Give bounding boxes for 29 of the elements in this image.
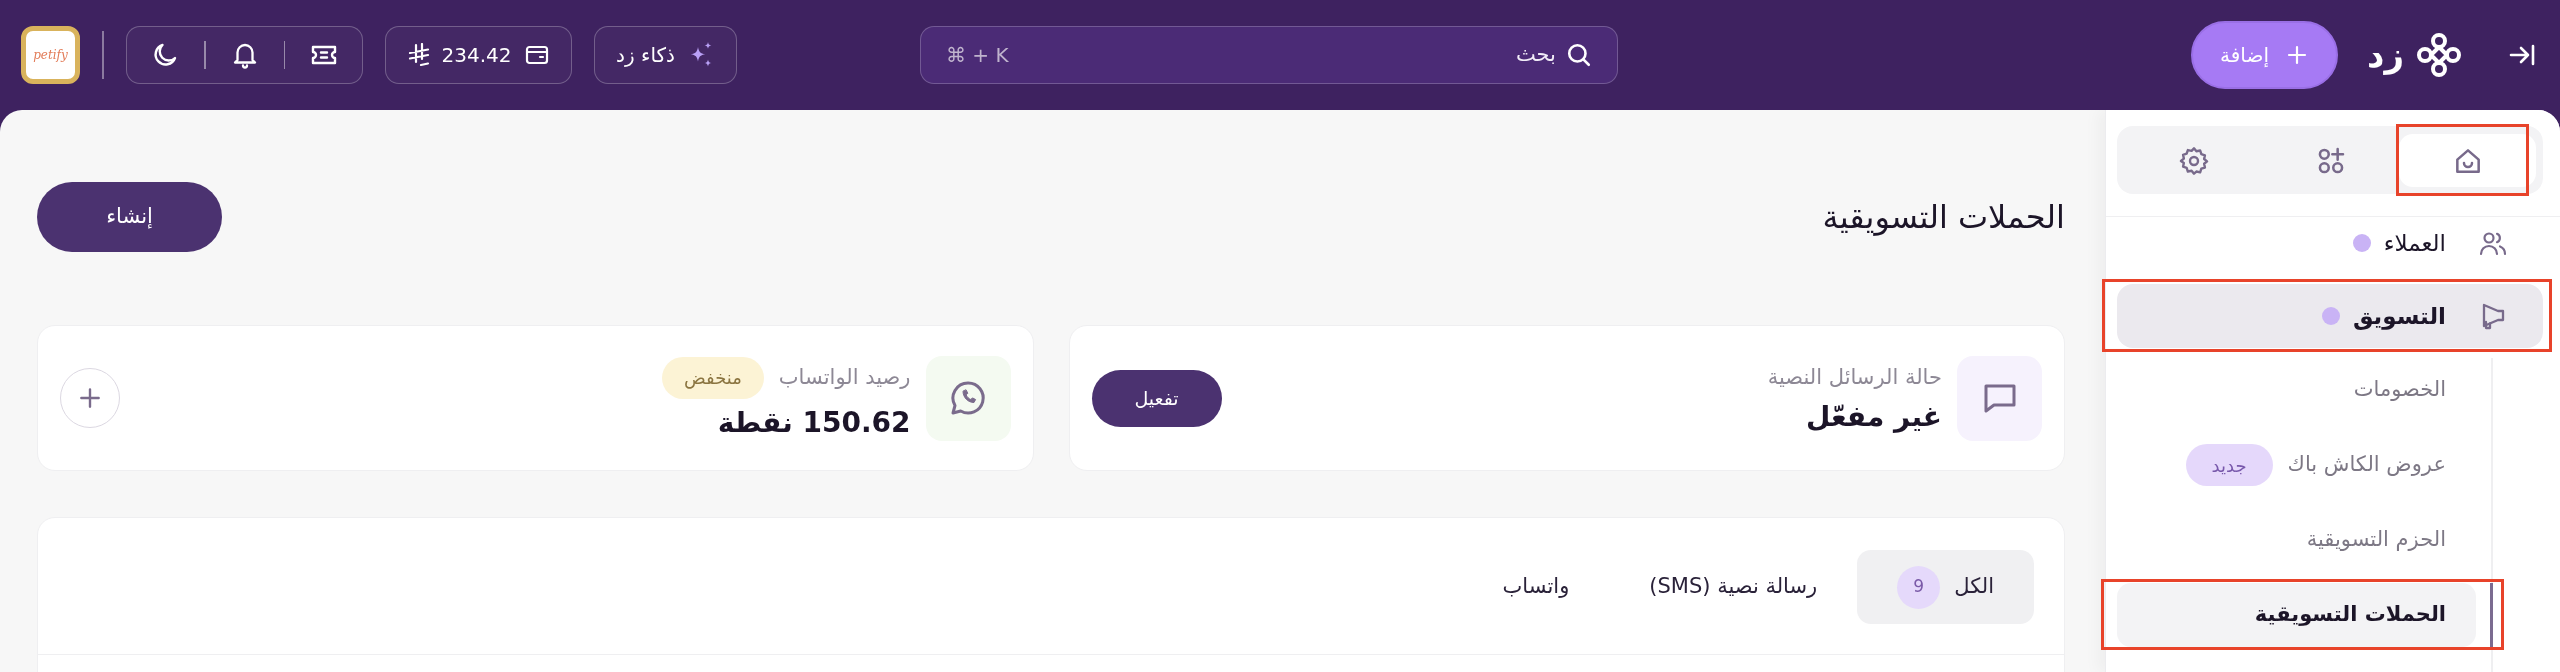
- clover-logo-icon: [2417, 33, 2461, 77]
- balance-button[interactable]: 234.42: [385, 26, 572, 84]
- currency-symbol-icon: [407, 43, 430, 67]
- ai-assistant-button[interactable]: ذكاء زد: [594, 26, 737, 84]
- nav-subitem[interactable]: الحزم التسويقية: [2117, 508, 2476, 572]
- nav-item[interactable]: التسويق: [2117, 284, 2543, 348]
- status-badge: منخفض: [661, 356, 764, 399]
- card-value: غير مفعّل: [1806, 399, 1942, 435]
- chat-bubble-icon: [1957, 355, 2042, 441]
- keyboard-shortcut: ⌘ + K: [945, 42, 1009, 69]
- home-tab[interactable]: [2399, 134, 2536, 187]
- active-indicator: [2490, 583, 2493, 647]
- activate-button[interactable]: تفعيل: [1091, 369, 1222, 427]
- new-badge: جديد: [2185, 444, 2273, 486]
- page-title: الحملات التسويقية: [1822, 197, 2065, 237]
- card-label: حالة الرسائل النصية: [1767, 363, 1942, 391]
- card-label: رصيد الواتساب: [778, 363, 911, 391]
- card-value: 150.62 نقطة: [717, 404, 911, 440]
- count-badge: 9: [1897, 565, 1941, 609]
- nav-item[interactable]: العملاء: [2117, 217, 2543, 269]
- create-button[interactable]: إنشاء: [37, 182, 222, 252]
- nav-subitem[interactable]: عروض الكاش باك جديد: [2117, 433, 2476, 497]
- phone-bubble-icon: [925, 355, 1011, 441]
- nav-subitem[interactable]: الخصومات: [2117, 358, 2476, 422]
- search-input[interactable]: بحث: [1018, 27, 1556, 83]
- search-icon: [1565, 42, 1592, 68]
- settings-icon: [2177, 144, 2210, 177]
- nav-subitem[interactable]: الحملات التسويقية: [2117, 583, 2476, 647]
- plus-icon: [77, 385, 103, 411]
